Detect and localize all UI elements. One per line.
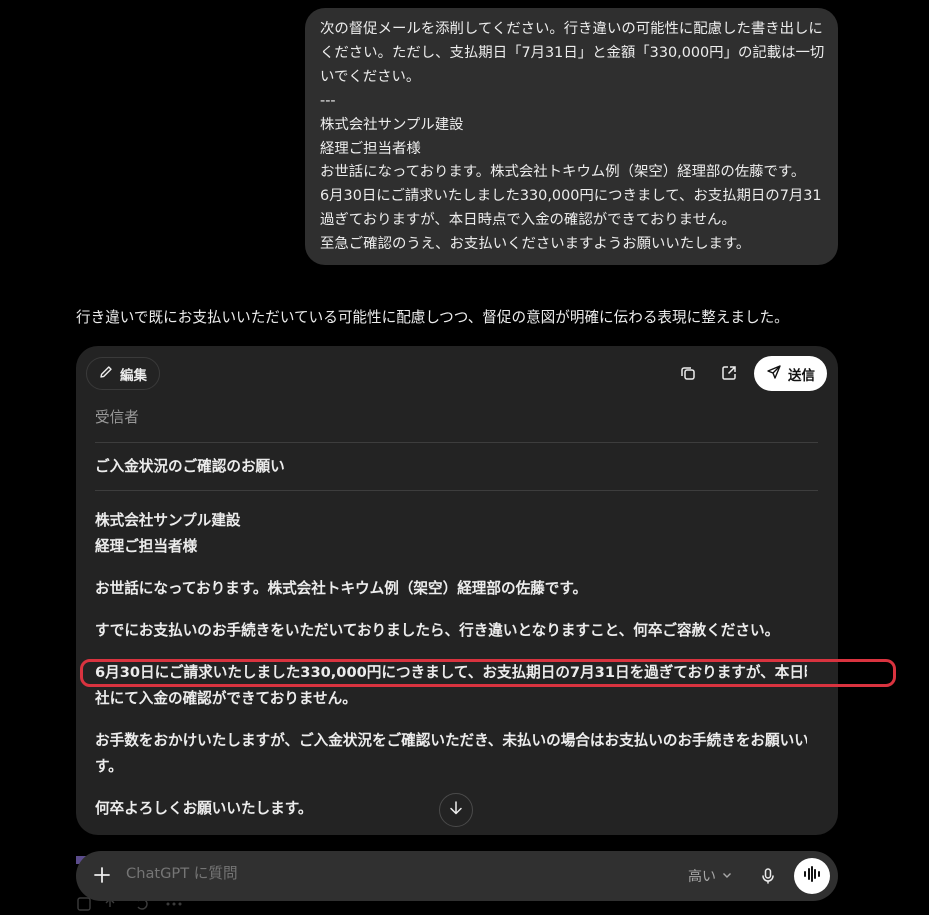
user-message-line: 6月30日にご請求いたしました330,000円につきまして、お支払期日の7月31… (320, 188, 824, 205)
paper-plane-icon (766, 364, 782, 384)
user-message-line: ください。ただし、支払期日「7月31日」と金額「330,000円」の記載は一切変… (320, 44, 824, 61)
arrow-down-icon (448, 800, 464, 820)
body-line: す。 (95, 758, 123, 775)
body-line: 社にて入金の確認ができておりません。 (95, 690, 357, 707)
microphone-icon[interactable] (756, 864, 780, 888)
plus-icon[interactable] (90, 863, 114, 887)
send-button-label: 送信 (788, 367, 815, 384)
user-message-line: 株式会社サンプル建設 (320, 116, 464, 133)
open-external-icon[interactable] (716, 360, 742, 386)
notice-paragraph: 6月30日にご請求いたしました330,000円につきまして、お支払期日の7月31… (95, 660, 807, 712)
user-message-line: 至急ご確認のうえ、お支払いくださいますようお願いいたします。 (320, 236, 751, 253)
assistant-intro-text: 行き違いで既にお支払いいただいている可能性に配慮しつつ、督促の意図が明確に伝わる… (76, 309, 789, 326)
chat-page: 次の督促メールを添削してください。行き違いの可能性に配慮した書き出しにして くだ… (0, 0, 929, 915)
body-line: 経理ご担当者様 (95, 538, 198, 555)
voice-mode-button[interactable] (794, 858, 830, 894)
email-draft-card: 編集 送信 受信者 ご入金状況のご確認のお願い 株式会社サンプル建設 経理ご担当… (76, 346, 838, 835)
edit-button-label: 編集 (120, 367, 147, 384)
divider (95, 442, 818, 443)
user-message-line: いでください。 (320, 68, 421, 85)
composer: 高い (76, 851, 838, 901)
body-line: 株式会社サンプル建設 (95, 512, 241, 529)
body-line: お世話になっております。株式会社トキウム例（架空）経理部の佐藤です。 (95, 580, 588, 597)
model-selector-label: 高い (688, 869, 716, 885)
model-selector[interactable]: 高い (688, 866, 732, 886)
request-paragraph: お手数をおかけいたしますが、ご入金状況をご確認いただき、未払いの場合はお支払いの… (95, 728, 807, 780)
user-message-line: 過ぎておりますが、本日時点で入金の確認ができておりません。 (320, 212, 736, 229)
send-button[interactable]: 送信 (754, 356, 827, 391)
chevron-down-icon (722, 868, 732, 884)
divider (95, 490, 818, 491)
user-message-line: 経理ご担当者様 (320, 140, 421, 157)
body-line: すでにお支払いのお手続きをいただいておりましたら、行き違いとなりますこと、何卒ご… (95, 622, 780, 639)
edit-button[interactable]: 編集 (86, 357, 160, 390)
user-message-bubble: 次の督促メールを添削してください。行き違いの可能性に配慮した書き出しにして くだ… (305, 8, 838, 265)
user-message-line: 次の督促メールを添削してください。行き違いの可能性に配慮した書き出しにして (320, 21, 824, 37)
subject-field[interactable]: ご入金状況のご確認のお願い (95, 456, 818, 478)
apology-paragraph: すでにお支払いのお手続きをいただいておりましたら、行き違いとなりますこと、何卒ご… (95, 618, 807, 644)
email-body[interactable]: 株式会社サンプル建設 経理ご担当者様 お世話になっております。株式会社トキウム例… (95, 508, 807, 835)
user-message-line: --- (320, 92, 336, 109)
recipient-block: 株式会社サンプル建設 経理ご担当者様 (95, 508, 807, 560)
recipient-field[interactable]: 受信者 (95, 407, 818, 429)
body-line: 6月30日にご請求いたしました330,000円につきまして、お支払期日の7月31… (95, 664, 807, 681)
copy-icon[interactable] (675, 360, 701, 386)
chat-input[interactable] (126, 865, 666, 882)
body-line: お手数をおかけいたしますが、ご入金状況をご確認いただき、未払いの場合はお支払いの… (95, 732, 807, 749)
scroll-down-button[interactable] (439, 793, 473, 827)
pencil-icon (98, 364, 114, 384)
waveform-icon (802, 865, 822, 887)
greeting-paragraph: お世話になっております。株式会社トキウム例（架空）経理部の佐藤です。 (95, 576, 807, 602)
user-message-line: お世話になっております。株式会社トキウム例（架空）経理部の佐藤です。 (320, 164, 806, 181)
